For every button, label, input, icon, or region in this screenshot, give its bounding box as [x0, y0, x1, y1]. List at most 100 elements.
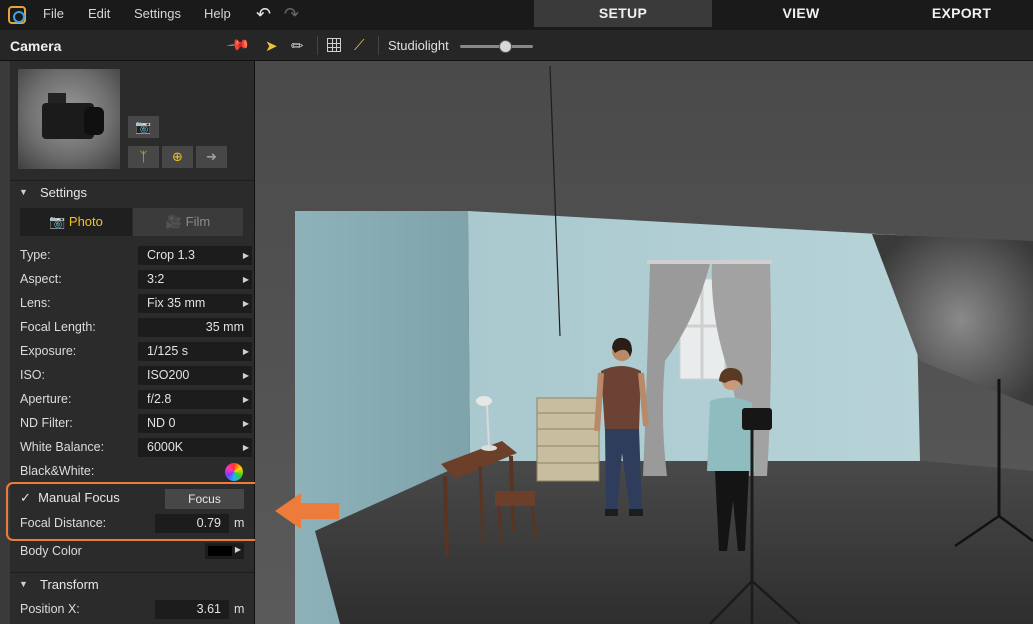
undo-icon[interactable]: ↶ [256, 4, 271, 25]
focal-distance-value: 0.79 [196, 516, 221, 530]
menu-help[interactable]: Help [204, 6, 231, 21]
aperture-dropdown[interactable]: f/2.8 ▶ [138, 390, 252, 409]
chair-seat [495, 491, 535, 506]
man-shoe [629, 509, 643, 516]
type-dropdown[interactable]: Crop 1.3 ▶ [138, 246, 252, 265]
aperture-label: Aperture: [20, 392, 72, 406]
desk-leg [443, 475, 449, 557]
settings-section-label: Settings [40, 185, 87, 200]
exposure-label: Exposure: [20, 344, 77, 358]
man-shoe [605, 509, 618, 516]
tab-photo-label: Photo [68, 214, 103, 229]
aspect-label: Aspect: [20, 272, 62, 286]
menu-edit[interactable]: Edit [88, 6, 110, 21]
studiolight-slider[interactable] [460, 40, 533, 53]
viewport-toolbar: ➤ ✏ ⟋ Studiolight [255, 30, 1033, 61]
white-balance-dropdown[interactable]: 6000K ▶ [138, 438, 252, 457]
tab-view[interactable]: VIEW [712, 0, 890, 27]
white-balance-value: 6000K [147, 440, 184, 454]
app-logo-icon [8, 6, 26, 24]
measure-ruler-icon[interactable]: ✏ [291, 37, 304, 55]
lamp-base [481, 445, 497, 451]
body-color-swatch [208, 546, 232, 556]
aperture-value: f/2.8 [147, 392, 172, 406]
dropdown-arrow-icon: ▶ [242, 347, 249, 356]
camera-snapshot-icon[interactable]: 📷 [128, 116, 159, 138]
toolbar-divider [378, 36, 379, 55]
focal-distance-unit: m [234, 516, 245, 530]
dropdown-arrow-icon: ▶ [242, 395, 249, 404]
transform-section-header[interactable]: ▼ Transform [10, 572, 254, 596]
focal-distance-field[interactable]: 0.79 [155, 514, 229, 533]
man-shirt [601, 366, 641, 431]
man-arm [594, 372, 604, 432]
menu-settings[interactable]: Settings [134, 6, 181, 21]
focal-length-label: Focal Length: [20, 320, 96, 334]
position-x-value: 3.61 [196, 602, 221, 616]
tab-photo[interactable]: 📷 Photo [20, 208, 132, 236]
dropdown-arrow-icon: ▶ [242, 371, 249, 380]
position-x-label: Position X: [20, 602, 80, 616]
type-value: Crop 1.3 [147, 248, 195, 262]
studiolight-slider-knob[interactable] [499, 40, 513, 53]
position-x-field[interactable]: 3.61 [155, 600, 229, 619]
tripod-icon[interactable]: ᛉ [128, 146, 159, 168]
checkmark-icon: ✓ [20, 490, 31, 505]
position-x-unit: m [234, 602, 245, 616]
pin-icon[interactable]: 📌 [225, 32, 251, 58]
black-white-label: Black&White: [20, 464, 95, 478]
tab-setup[interactable]: SETUP [534, 0, 712, 27]
body-color-picker[interactable]: ▶ [205, 543, 244, 559]
top-bar: File Edit Settings Help ↶ ↷ SETUP VIEW E… [0, 0, 1033, 30]
focus-button[interactable]: Focus [165, 489, 244, 509]
settings-section-header[interactable]: ▼ Settings [10, 180, 254, 204]
focal-length-value: 35 mm [205, 320, 244, 334]
redo-icon[interactable]: ↷ [284, 4, 299, 25]
tab-film-label: Film [185, 214, 211, 229]
lens-value: Fix 35 mm [147, 296, 206, 310]
iso-value: ISO200 [147, 368, 190, 382]
manual-focus-checkbox[interactable]: ✓ Manual Focus [20, 490, 120, 506]
dropdown-arrow-icon: ▶ [242, 443, 249, 452]
dropdown-arrow-icon: ▶ [242, 251, 249, 260]
grid-icon[interactable] [327, 38, 341, 52]
toolbar-divider [317, 36, 318, 55]
color-mode-icon[interactable] [225, 463, 243, 481]
iso-dropdown[interactable]: ISO200 ▶ [138, 366, 252, 385]
iso-label: ISO: [20, 368, 46, 382]
white-balance-label: White Balance: [20, 440, 105, 454]
nd-filter-dropdown[interactable]: ND 0 ▶ [138, 414, 252, 433]
line-icon[interactable]: ⟋ [354, 37, 365, 54]
camera-panel: Camera 📌 📷 ᛉ ⊕ ➜ ▼ Settings 📷 Photo 🎥 Fi… [0, 30, 264, 624]
body-color-label: Body Color [20, 544, 82, 558]
aspect-dropdown[interactable]: 3:2 ▶ [138, 270, 252, 289]
type-label: Type: [20, 248, 51, 262]
target-icon[interactable]: ⊕ [162, 146, 193, 168]
camera-on-tripod [742, 408, 772, 430]
curtain-rod [647, 260, 772, 264]
look-at-person-icon[interactable]: ➜ [196, 146, 227, 168]
nd-filter-value: ND 0 [147, 416, 176, 430]
studio-scene [255, 61, 1033, 624]
3d-viewport[interactable] [255, 61, 1033, 624]
lens-label: Lens: [20, 296, 51, 310]
exposure-dropdown[interactable]: 1/125 s ▶ [138, 342, 252, 361]
lamp-shade [476, 396, 492, 406]
dropdown-arrow-icon: ▶ [234, 545, 241, 554]
tab-film[interactable]: 🎥 Film [133, 208, 243, 236]
lens-dropdown[interactable]: Fix 35 mm ▶ [138, 294, 252, 313]
focal-length-field[interactable]: 35 mm [138, 318, 252, 337]
select-arrow-icon[interactable]: ➤ [265, 37, 278, 55]
tab-export[interactable]: EXPORT [890, 0, 1033, 27]
chair-leg [497, 505, 503, 547]
menu-file[interactable]: File [43, 6, 64, 21]
manual-focus-label: Manual Focus [38, 490, 120, 505]
panel-title: Camera [10, 38, 62, 54]
collapse-triangle-icon: ▼ [19, 187, 28, 197]
dresser [536, 397, 600, 482]
focal-distance-label: Focal Distance: [20, 516, 107, 530]
exposure-value: 1/125 s [147, 344, 189, 358]
camera-lens-shape [84, 107, 104, 135]
collapse-triangle-icon: ▼ [19, 579, 28, 589]
dropdown-arrow-icon: ▶ [242, 275, 249, 284]
